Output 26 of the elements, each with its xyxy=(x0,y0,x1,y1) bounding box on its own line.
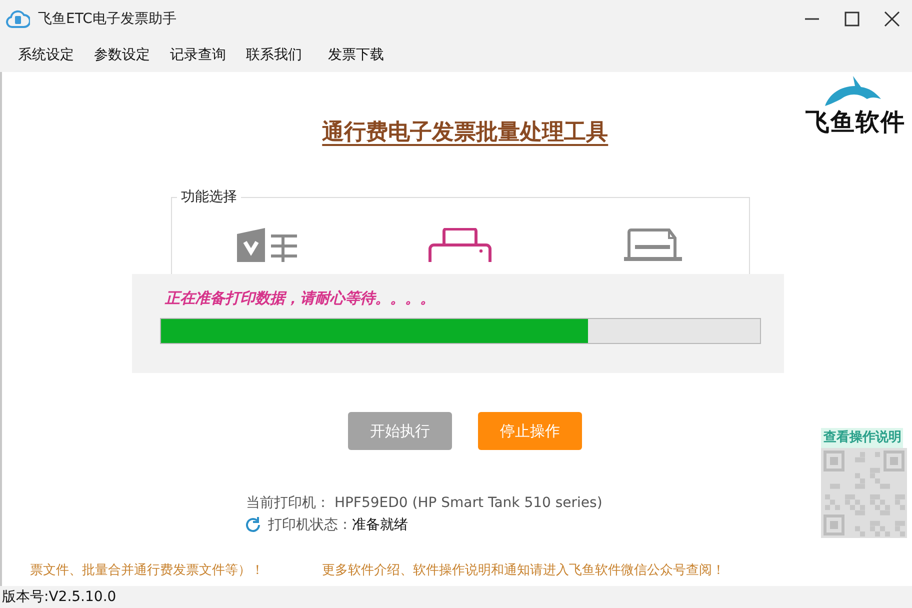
spreadsheet-icon[interactable] xyxy=(237,228,300,262)
scanner-icon[interactable] xyxy=(624,228,682,262)
menu-item[interactable]: 发票下载 xyxy=(318,42,394,68)
printer-name: HPF59ED0 (HP Smart Tank 510 series) xyxy=(334,495,602,511)
minimize-icon xyxy=(804,18,820,20)
menu-item[interactable]: 记录查询 xyxy=(160,42,236,68)
app-logo-icon xyxy=(6,8,30,30)
version-label: 版本号:V2.5.10.0 xyxy=(2,589,116,605)
page-heading: 通行费电子发票批量处理工具 xyxy=(321,119,610,147)
close-icon xyxy=(884,11,900,27)
menu-item[interactable]: 系统设定 xyxy=(8,42,84,68)
maximize-icon xyxy=(844,11,860,27)
dolphin-icon xyxy=(823,74,884,108)
printer-icon[interactable] xyxy=(428,228,492,262)
printer-label: 当前打印机： xyxy=(246,495,330,511)
menu-item[interactable]: 联系我们 xyxy=(236,42,312,68)
brand-logo-text: 飞鱼软件 xyxy=(805,108,906,136)
window-title: 飞鱼ETC电子发票助手 xyxy=(38,10,176,28)
menu-item[interactable]: 参数设定 xyxy=(84,42,160,68)
status-label: 打印机状态： xyxy=(268,516,352,535)
group-legend: 功能选择 xyxy=(177,190,241,204)
status-value: 准备就绪 xyxy=(352,516,408,535)
refresh-icon[interactable] xyxy=(244,516,262,534)
marquee-text: 更多软件介绍、软件操作说明和通知请进入飞鱼软件微信公众号查阅！ xyxy=(322,562,725,580)
progress-message: 正在准备打印数据，请耐心等待。。。。 xyxy=(165,288,436,308)
marquee-text: 票文件、批量合并通行费发票文件等）！ xyxy=(30,562,264,580)
